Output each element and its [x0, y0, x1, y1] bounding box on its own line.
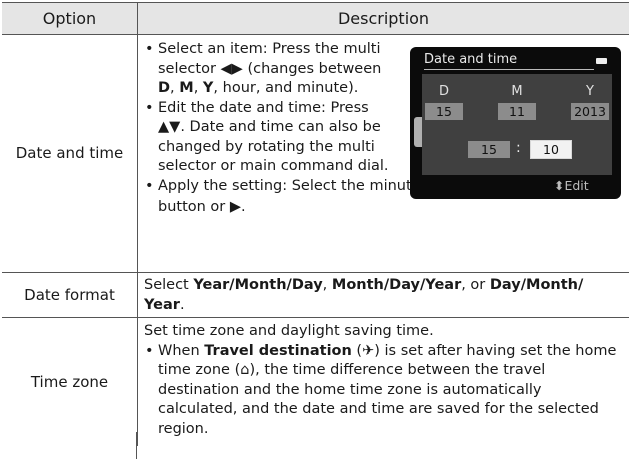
description-time-zone: Set time zone and daylight saving time. …: [144, 322, 623, 439]
label-month: M: [511, 84, 523, 99]
option-time-zone: Time zone: [2, 318, 138, 446]
left-right-arrows-icon: ◀▶: [220, 60, 243, 77]
month-field[interactable]: 11: [498, 103, 536, 120]
option-date-format: Date format: [2, 273, 138, 317]
divider: [424, 69, 594, 70]
time-zone-intro: Set time zone and daylight saving time.: [144, 323, 434, 339]
up-down-arrows-icon: ▲▼: [158, 119, 181, 135]
menu-tab-icon: [414, 117, 422, 147]
row-date-format: Date format Select Year/Month/Day, Month…: [2, 273, 629, 318]
header-description: Description: [337, 9, 430, 28]
screen-title: Date and time: [424, 52, 518, 67]
right-arrow-icon: ▶: [229, 198, 242, 215]
description-date-format: Select Year/Month/Day, Month/Day/Year, o…: [144, 277, 584, 313]
header-option: Option: [2, 3, 138, 34]
table-header: Option Description: [2, 2, 629, 35]
label-year: Y: [586, 84, 594, 99]
list-item: When Travel destination (✈) is set after…: [144, 342, 623, 440]
list-item: Edit the date and time: Press ▲▼. Date a…: [144, 99, 398, 177]
battery-icon: [596, 58, 607, 64]
year-field[interactable]: 2013: [571, 103, 609, 120]
list-item: Select an item: Press the multi selector…: [144, 40, 398, 99]
row-time-zone: Time zone Set time zone and daylight sav…: [2, 318, 629, 446]
day-field[interactable]: 15: [425, 103, 463, 120]
airplane-icon: ✈: [362, 342, 375, 359]
hour-field[interactable]: 15: [468, 141, 510, 158]
time-separator: :: [516, 140, 521, 156]
label-day: D: [438, 84, 449, 99]
option-date-and-time: Date and time: [2, 34, 138, 272]
edit-hint: ⬍Edit: [554, 178, 589, 193]
date-panel: D M Y 15 11 2013 15 : 10: [422, 74, 612, 175]
camera-screen: Date and time D M Y 15 11 2013 15 : 10 ⬍…: [410, 47, 621, 199]
minute-field[interactable]: 10: [530, 140, 572, 159]
column-divider: [136, 432, 137, 459]
